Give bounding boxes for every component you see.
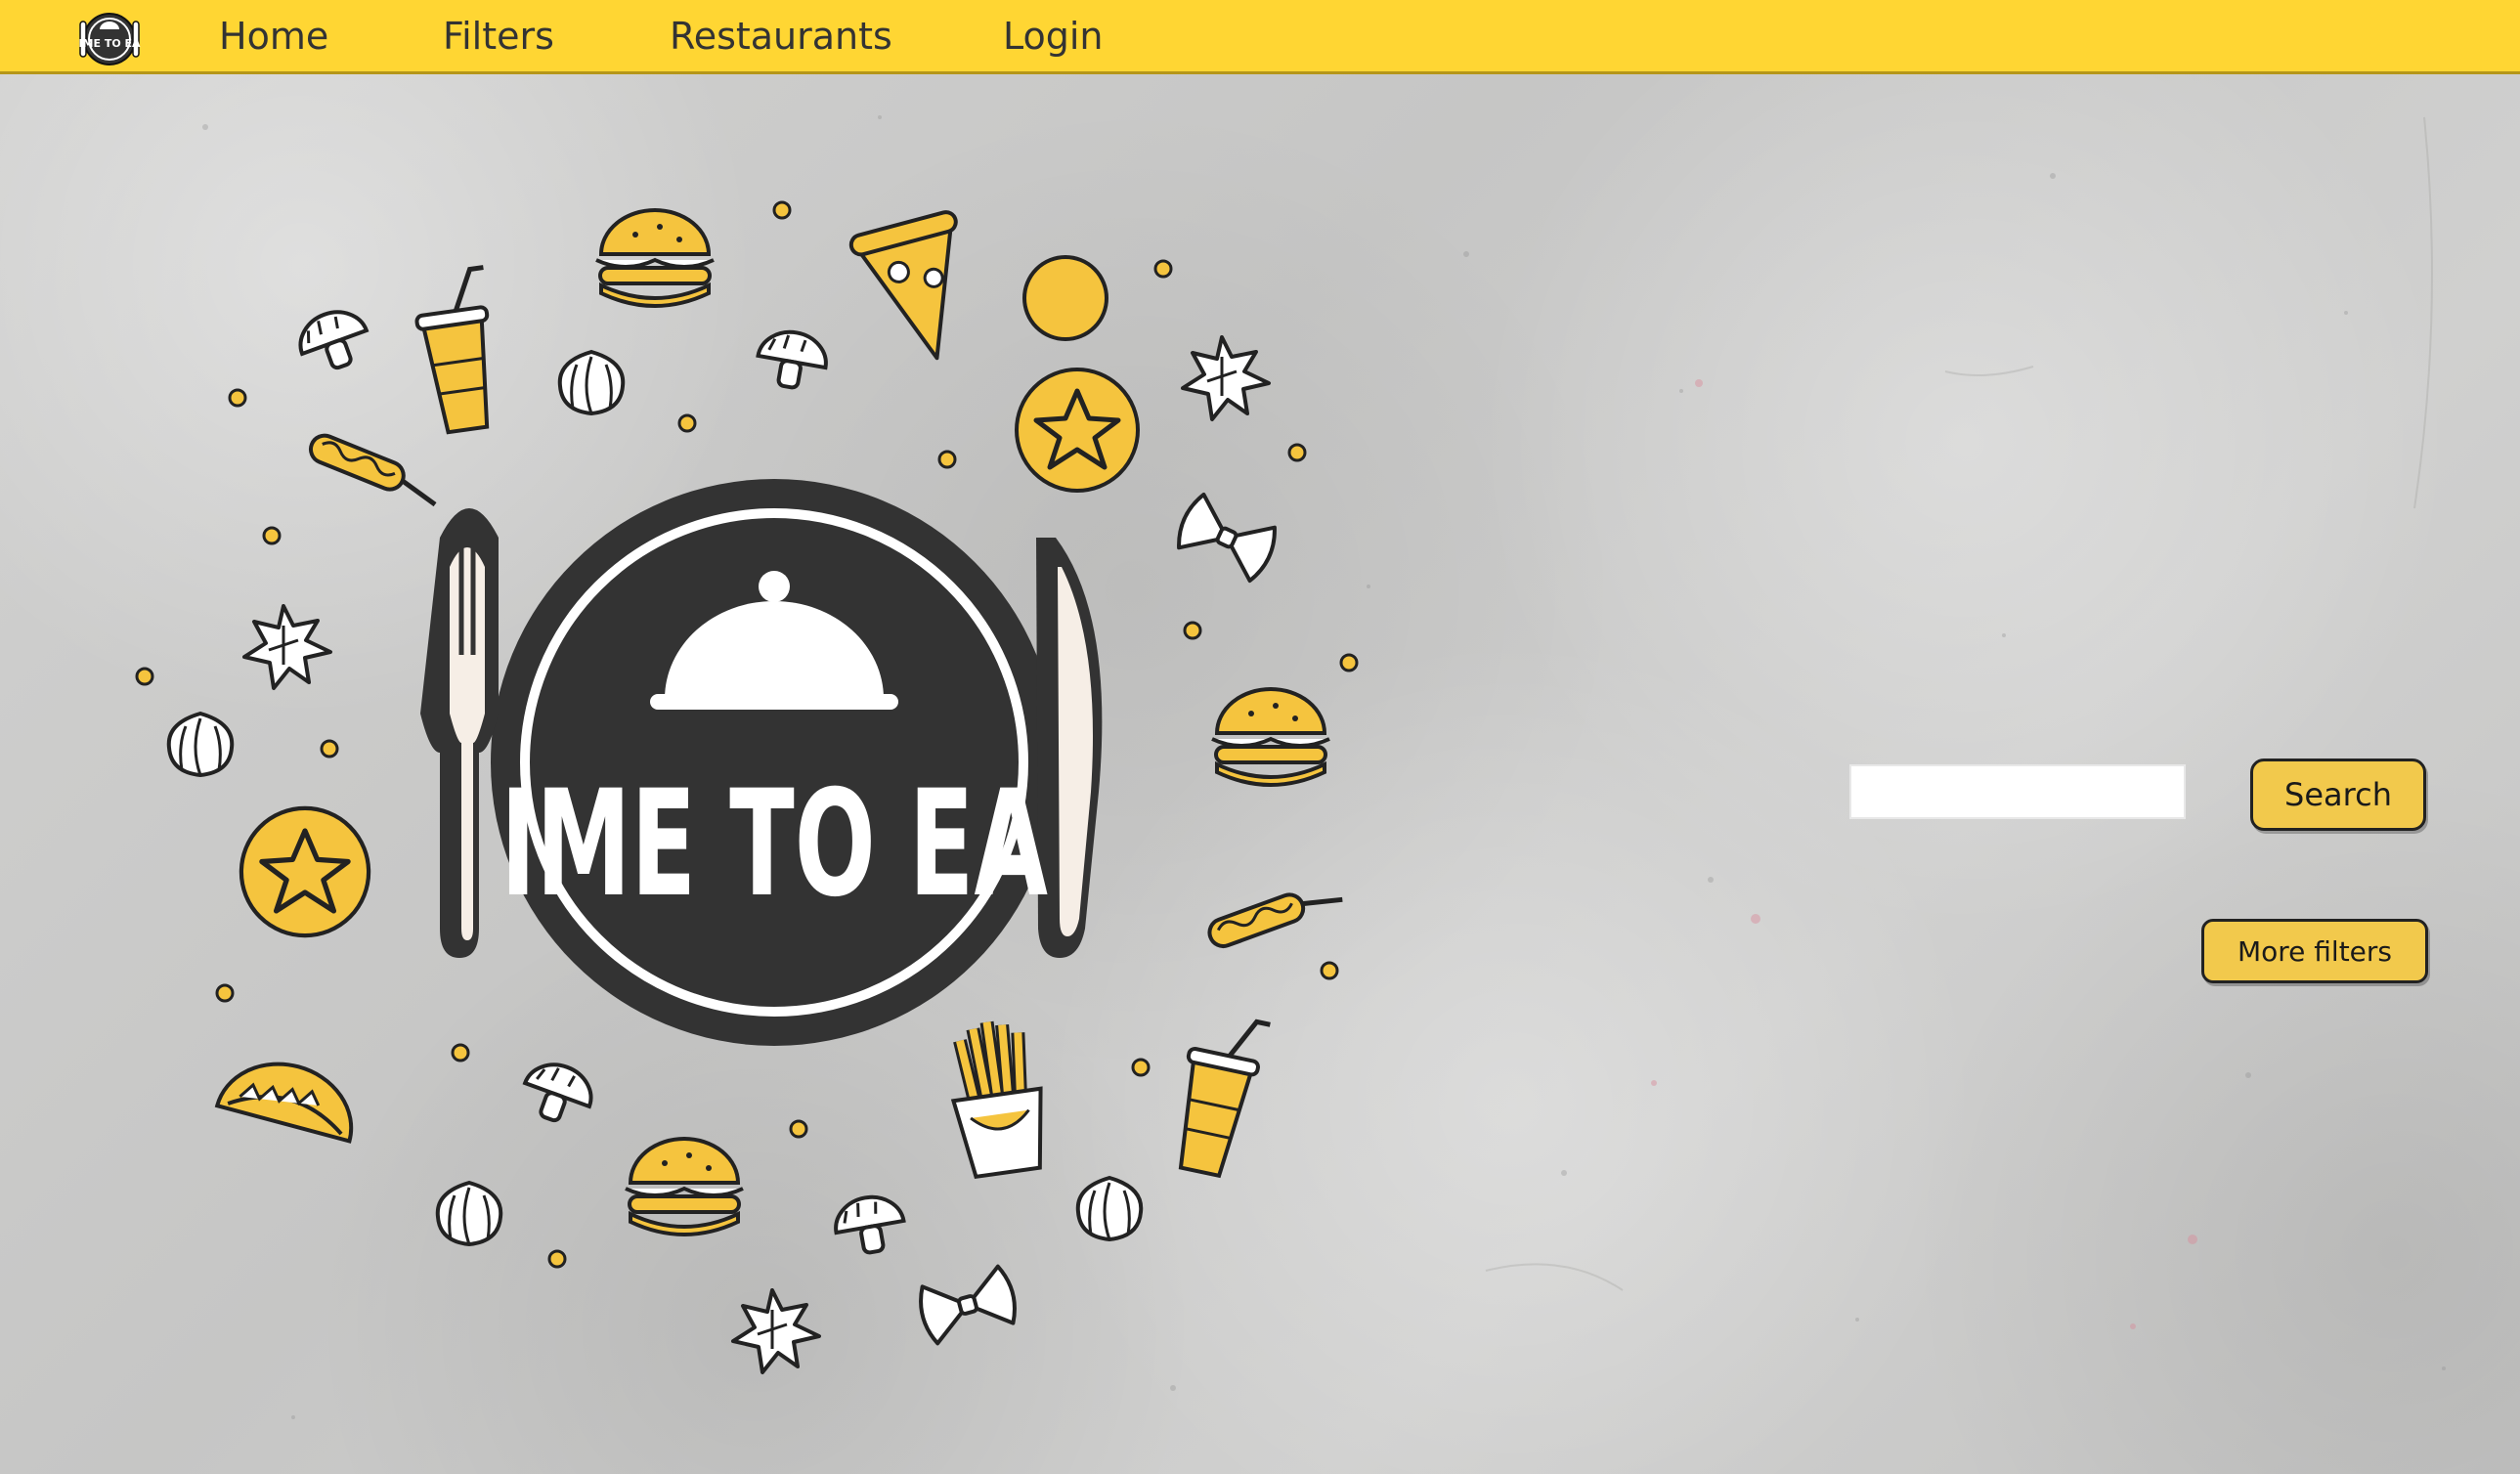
leaf-icon <box>242 604 332 690</box>
nav-link-restaurants[interactable]: Restaurants <box>670 14 892 59</box>
dot-icon <box>1320 961 1339 980</box>
dot-icon <box>228 388 247 408</box>
burger-icon <box>624 1137 745 1236</box>
dot-icon <box>1287 443 1307 462</box>
dot-icon <box>937 450 957 469</box>
hero-logo-text: IME TO EA <box>500 759 1048 930</box>
dot-icon <box>1131 1058 1151 1077</box>
dot-icon <box>262 526 282 545</box>
search-input[interactable] <box>1849 764 2186 819</box>
garlic-icon <box>166 712 235 777</box>
dot-icon <box>1183 621 1202 640</box>
burger-icon <box>1210 687 1331 787</box>
garlic-icon <box>1075 1176 1144 1241</box>
drink-cup-icon <box>411 268 505 435</box>
dot-icon <box>1339 653 1359 672</box>
mushroom-icon <box>514 1053 602 1133</box>
dot-icon <box>1153 259 1173 279</box>
nav-logo-text: IME TO EA <box>78 37 141 50</box>
leaf-icon <box>1181 335 1271 421</box>
mushroom-icon <box>752 325 833 395</box>
pizza-icon <box>848 210 958 361</box>
starfruit-icon <box>241 808 369 935</box>
garlic-icon <box>557 350 626 415</box>
fries-icon <box>950 1020 1043 1180</box>
fork-icon <box>420 508 499 958</box>
dot-icon <box>772 200 792 220</box>
bow-pasta-icon <box>913 1262 1022 1348</box>
corn-dog-icon <box>1206 878 1344 950</box>
starfruit-icon <box>1017 369 1138 491</box>
mushroom-icon <box>829 1190 910 1260</box>
dot-icon <box>547 1249 567 1269</box>
leaf-icon <box>731 1288 821 1374</box>
nav-link-filters[interactable]: Filters <box>443 14 554 59</box>
top-navbar: IME TO EA Home Filters Restaurants Login <box>0 0 2520 74</box>
hero-logo: IME TO EA <box>135 200 1359 1374</box>
drink-cup-icon <box>1165 1010 1270 1180</box>
dot-icon <box>135 667 154 686</box>
orange-icon <box>1022 255 1108 341</box>
corn-dog-icon <box>307 431 444 507</box>
taco-icon <box>214 1062 354 1144</box>
search-button[interactable]: Search <box>2250 759 2426 831</box>
mushroom-icon <box>289 300 377 380</box>
dot-icon <box>677 413 697 433</box>
more-filters-button[interactable]: More filters <box>2201 919 2428 983</box>
dot-icon <box>320 739 339 759</box>
dot-icon <box>789 1119 808 1139</box>
garlic-icon <box>435 1181 503 1246</box>
burger-icon <box>594 208 716 308</box>
nav-link-login[interactable]: Login <box>1003 14 1104 59</box>
bow-pasta-icon <box>1170 489 1283 586</box>
nav-link-home[interactable]: Home <box>219 14 328 59</box>
dot-icon <box>451 1043 470 1062</box>
dot-icon <box>215 983 235 1003</box>
nav-logo[interactable]: IME TO EA <box>66 8 152 66</box>
